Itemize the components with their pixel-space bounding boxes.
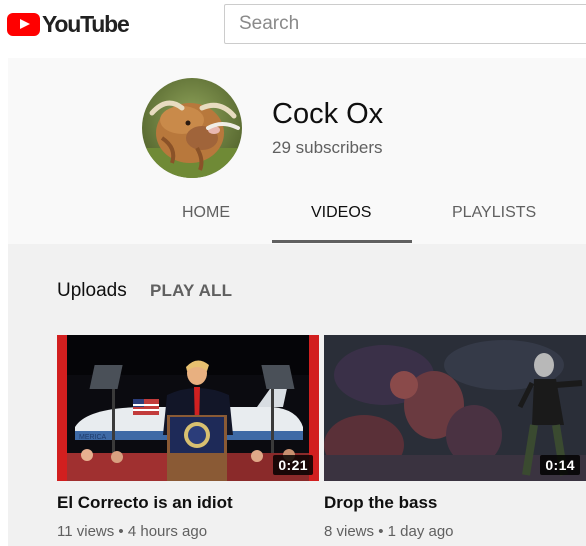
video-duration: 0:14 <box>540 455 580 475</box>
tab-videos[interactable]: VIDEOS <box>311 204 371 222</box>
video-card[interactable]: 0:14 Drop the bass 8 views • 1 day ago <box>324 335 586 540</box>
play-all-button[interactable]: PLAY ALL <box>150 281 232 301</box>
uploads-heading: Uploads <box>57 280 127 301</box>
view-count: 11 views <box>57 523 115 540</box>
search-input[interactable] <box>225 5 586 43</box>
tab-home[interactable]: HOME <box>182 204 230 222</box>
channel-avatar[interactable] <box>142 78 242 178</box>
video-thumbnail[interactable]: 0:14 <box>324 335 586 481</box>
channel-header: Cock Ox 29 subscribers HOME VIDEOS PLAYL… <box>8 58 586 244</box>
upload-age: 4 hours ago <box>127 523 208 540</box>
highland-cow-avatar-image <box>142 78 242 178</box>
view-count: 8 views <box>324 523 375 540</box>
masthead: YouTube <box>0 0 586 58</box>
video-title[interactable]: Drop the bass <box>324 493 586 513</box>
tab-playlists[interactable]: PLAYLISTS <box>452 204 536 222</box>
video-title[interactable]: El Correcto is an idiot <box>57 493 319 513</box>
play-icon <box>7 13 40 36</box>
subscriber-count: 29 subscribers <box>272 138 383 157</box>
video-duration: 0:21 <box>273 455 313 475</box>
upload-age: 1 day ago <box>387 523 454 540</box>
video-card[interactable]: MERICA 0:21 El Correcto is an idiot 11 v… <box>57 335 319 540</box>
video-thumbnail[interactable]: MERICA 0:21 <box>57 335 319 481</box>
active-tab-indicator <box>272 240 412 243</box>
videos-section: Uploads PLAY ALL MERICA 0:21 El Correcto… <box>8 244 586 546</box>
logo-text: YouTube <box>42 11 130 37</box>
video-meta: 8 views • 1 day ago <box>324 523 454 540</box>
channel-name: Cock Ox <box>272 98 384 130</box>
video-meta: 11 views • 4 hours ago <box>57 523 208 540</box>
youtube-logo[interactable]: YouTube <box>7 11 130 38</box>
search-box[interactable] <box>224 4 586 44</box>
svg-text:MERICA: MERICA <box>79 434 107 441</box>
